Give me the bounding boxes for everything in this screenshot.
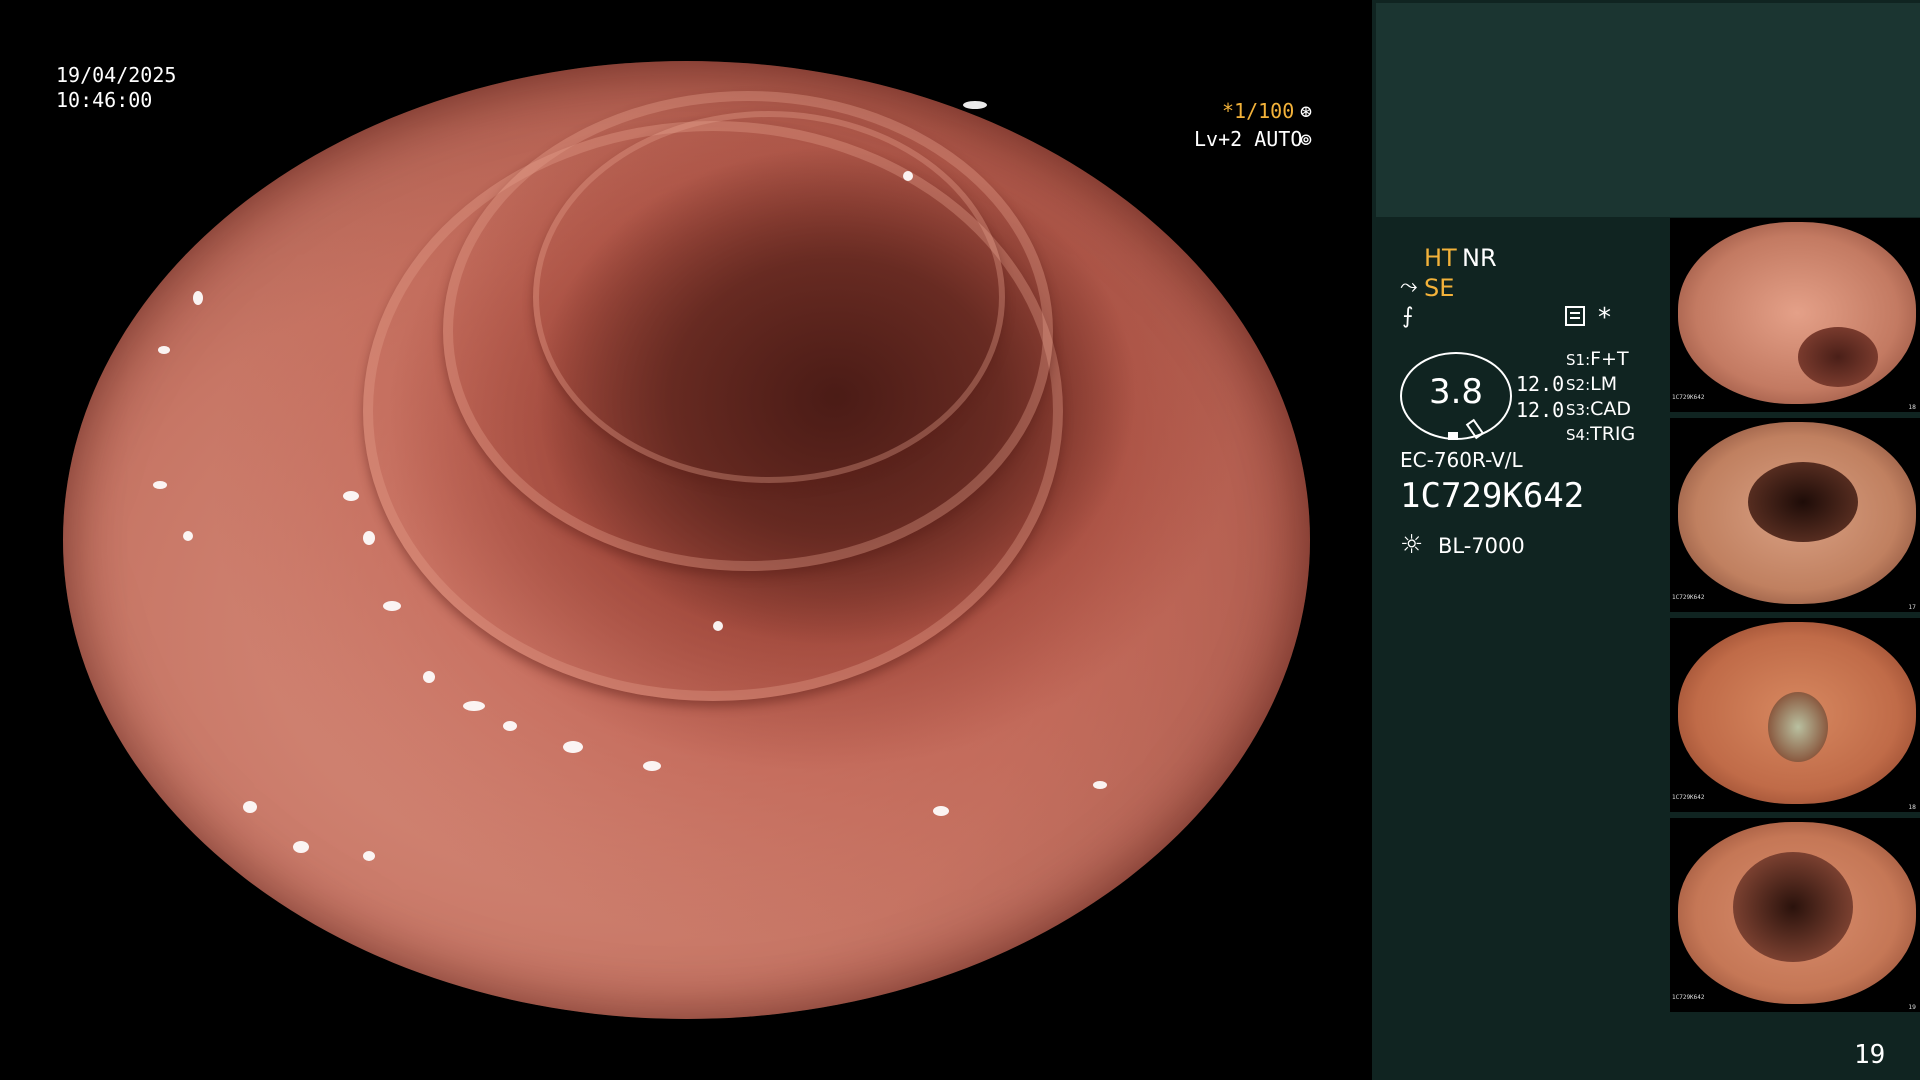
- light-reflection: [183, 531, 193, 541]
- light-reflection: [343, 491, 359, 501]
- lesion: [1768, 692, 1828, 762]
- light-reflection: [463, 701, 485, 711]
- light-source-icon: ☼: [1400, 530, 1424, 560]
- thumbnail-number: 18: [1908, 404, 1916, 411]
- value-readout-2: 12.0: [1516, 398, 1565, 422]
- shutter-icon: ⊛: [1300, 99, 1313, 123]
- se-indicator: SE: [1424, 274, 1455, 302]
- mucosal-fold: [533, 111, 1005, 483]
- slot-value: LM: [1590, 373, 1618, 395]
- lumen: [1748, 462, 1858, 542]
- light-reflection: [363, 531, 375, 545]
- slot-key: S4:: [1566, 426, 1591, 444]
- lumen: [1798, 327, 1878, 387]
- light-reflection: [563, 741, 583, 753]
- function-icon: ⨍: [1402, 304, 1414, 329]
- light-reflection: [423, 671, 435, 683]
- light-reflection: [243, 801, 257, 813]
- endoscopic-view: 19/04/2025 10:46:00 *1/100 ⊛ Lv+2 AUTO ⊚: [0, 0, 1372, 1080]
- light-reflection: [158, 346, 170, 354]
- light-reflection: [643, 761, 661, 771]
- slot-value: CAD: [1590, 398, 1632, 420]
- info-panel-header-box: [1376, 3, 1920, 217]
- capture-thumbnail[interactable]: 1C729K642 18: [1670, 618, 1920, 812]
- light-reflection: [383, 601, 401, 611]
- switch-slot-1: S1:F+T: [1566, 348, 1629, 370]
- thumbnail-image: [1678, 822, 1916, 1004]
- thumbnail-image: [1678, 222, 1916, 404]
- thumbnail-image: [1678, 622, 1916, 804]
- thumbnail-image: [1678, 422, 1916, 604]
- light-reflection: [193, 291, 203, 305]
- gauge-dot-icon: [1448, 432, 1458, 440]
- image-counter: 19: [1854, 1040, 1886, 1070]
- thumbnail-number: 17: [1908, 604, 1916, 611]
- thumbnail-number: 19: [1908, 1004, 1916, 1011]
- slot-key: S3:: [1566, 401, 1591, 419]
- light-reflection: [1093, 781, 1107, 789]
- switch-slot-4: S4:TRIG: [1566, 423, 1635, 445]
- star-icon: *: [1598, 303, 1611, 333]
- capture-thumbnail[interactable]: 1C729K642 18: [1670, 218, 1920, 412]
- date-readout: 19/04/2025: [56, 63, 177, 87]
- scope-serial: 1C729K642: [1400, 476, 1585, 516]
- switch-slot-2: S2:LM: [1566, 373, 1617, 395]
- value-readout-1: 12.0: [1516, 372, 1565, 396]
- thumbnail-caption: 1C729K642: [1672, 594, 1705, 601]
- slot-value: F+T: [1590, 348, 1629, 370]
- light-reflection: [153, 481, 167, 489]
- slot-key: S1:: [1566, 351, 1591, 369]
- shutter-readout: *1/100: [1222, 99, 1295, 123]
- iris-icon: ⊚: [1300, 127, 1313, 151]
- switch-slot-3: S3:CAD: [1566, 398, 1631, 420]
- light-reflection: [503, 721, 517, 731]
- slot-key: S2:: [1566, 376, 1591, 394]
- thumbnail-caption: 1C729K642: [1672, 994, 1705, 1001]
- lumen: [1733, 852, 1853, 962]
- light-reflection: [293, 841, 309, 853]
- capture-thumbnail[interactable]: 1C729K642 17: [1670, 418, 1920, 612]
- slot-value: TRIG: [1590, 423, 1636, 445]
- light-reflection: [903, 171, 913, 181]
- light-reflection: [363, 851, 375, 861]
- nr-indicator: NR: [1462, 244, 1497, 272]
- thumbnail-caption: 1C729K642: [1672, 394, 1705, 401]
- ht-indicator: HT: [1424, 244, 1457, 272]
- structure-enhance-icon: ⤳: [1400, 274, 1418, 299]
- brightness-level-readout: Lv+2 AUTO: [1194, 127, 1303, 151]
- thumbnail-number: 18: [1908, 804, 1916, 811]
- colon-image: [63, 21, 1310, 1059]
- time-readout: 10:46:00: [56, 88, 153, 112]
- thumbnail-caption: 1C729K642: [1672, 794, 1705, 801]
- capture-thumbnail[interactable]: 1C729K642 19: [1670, 818, 1920, 1012]
- settings-note-icon: [1565, 306, 1585, 326]
- gauge-value: 3.8: [1428, 372, 1484, 412]
- light-reflection: [963, 101, 987, 109]
- scope-model: EC-760R-V/L: [1400, 448, 1523, 472]
- light-reflection: [933, 806, 949, 816]
- light-source-model: BL-7000: [1438, 534, 1525, 558]
- light-reflection: [713, 621, 723, 631]
